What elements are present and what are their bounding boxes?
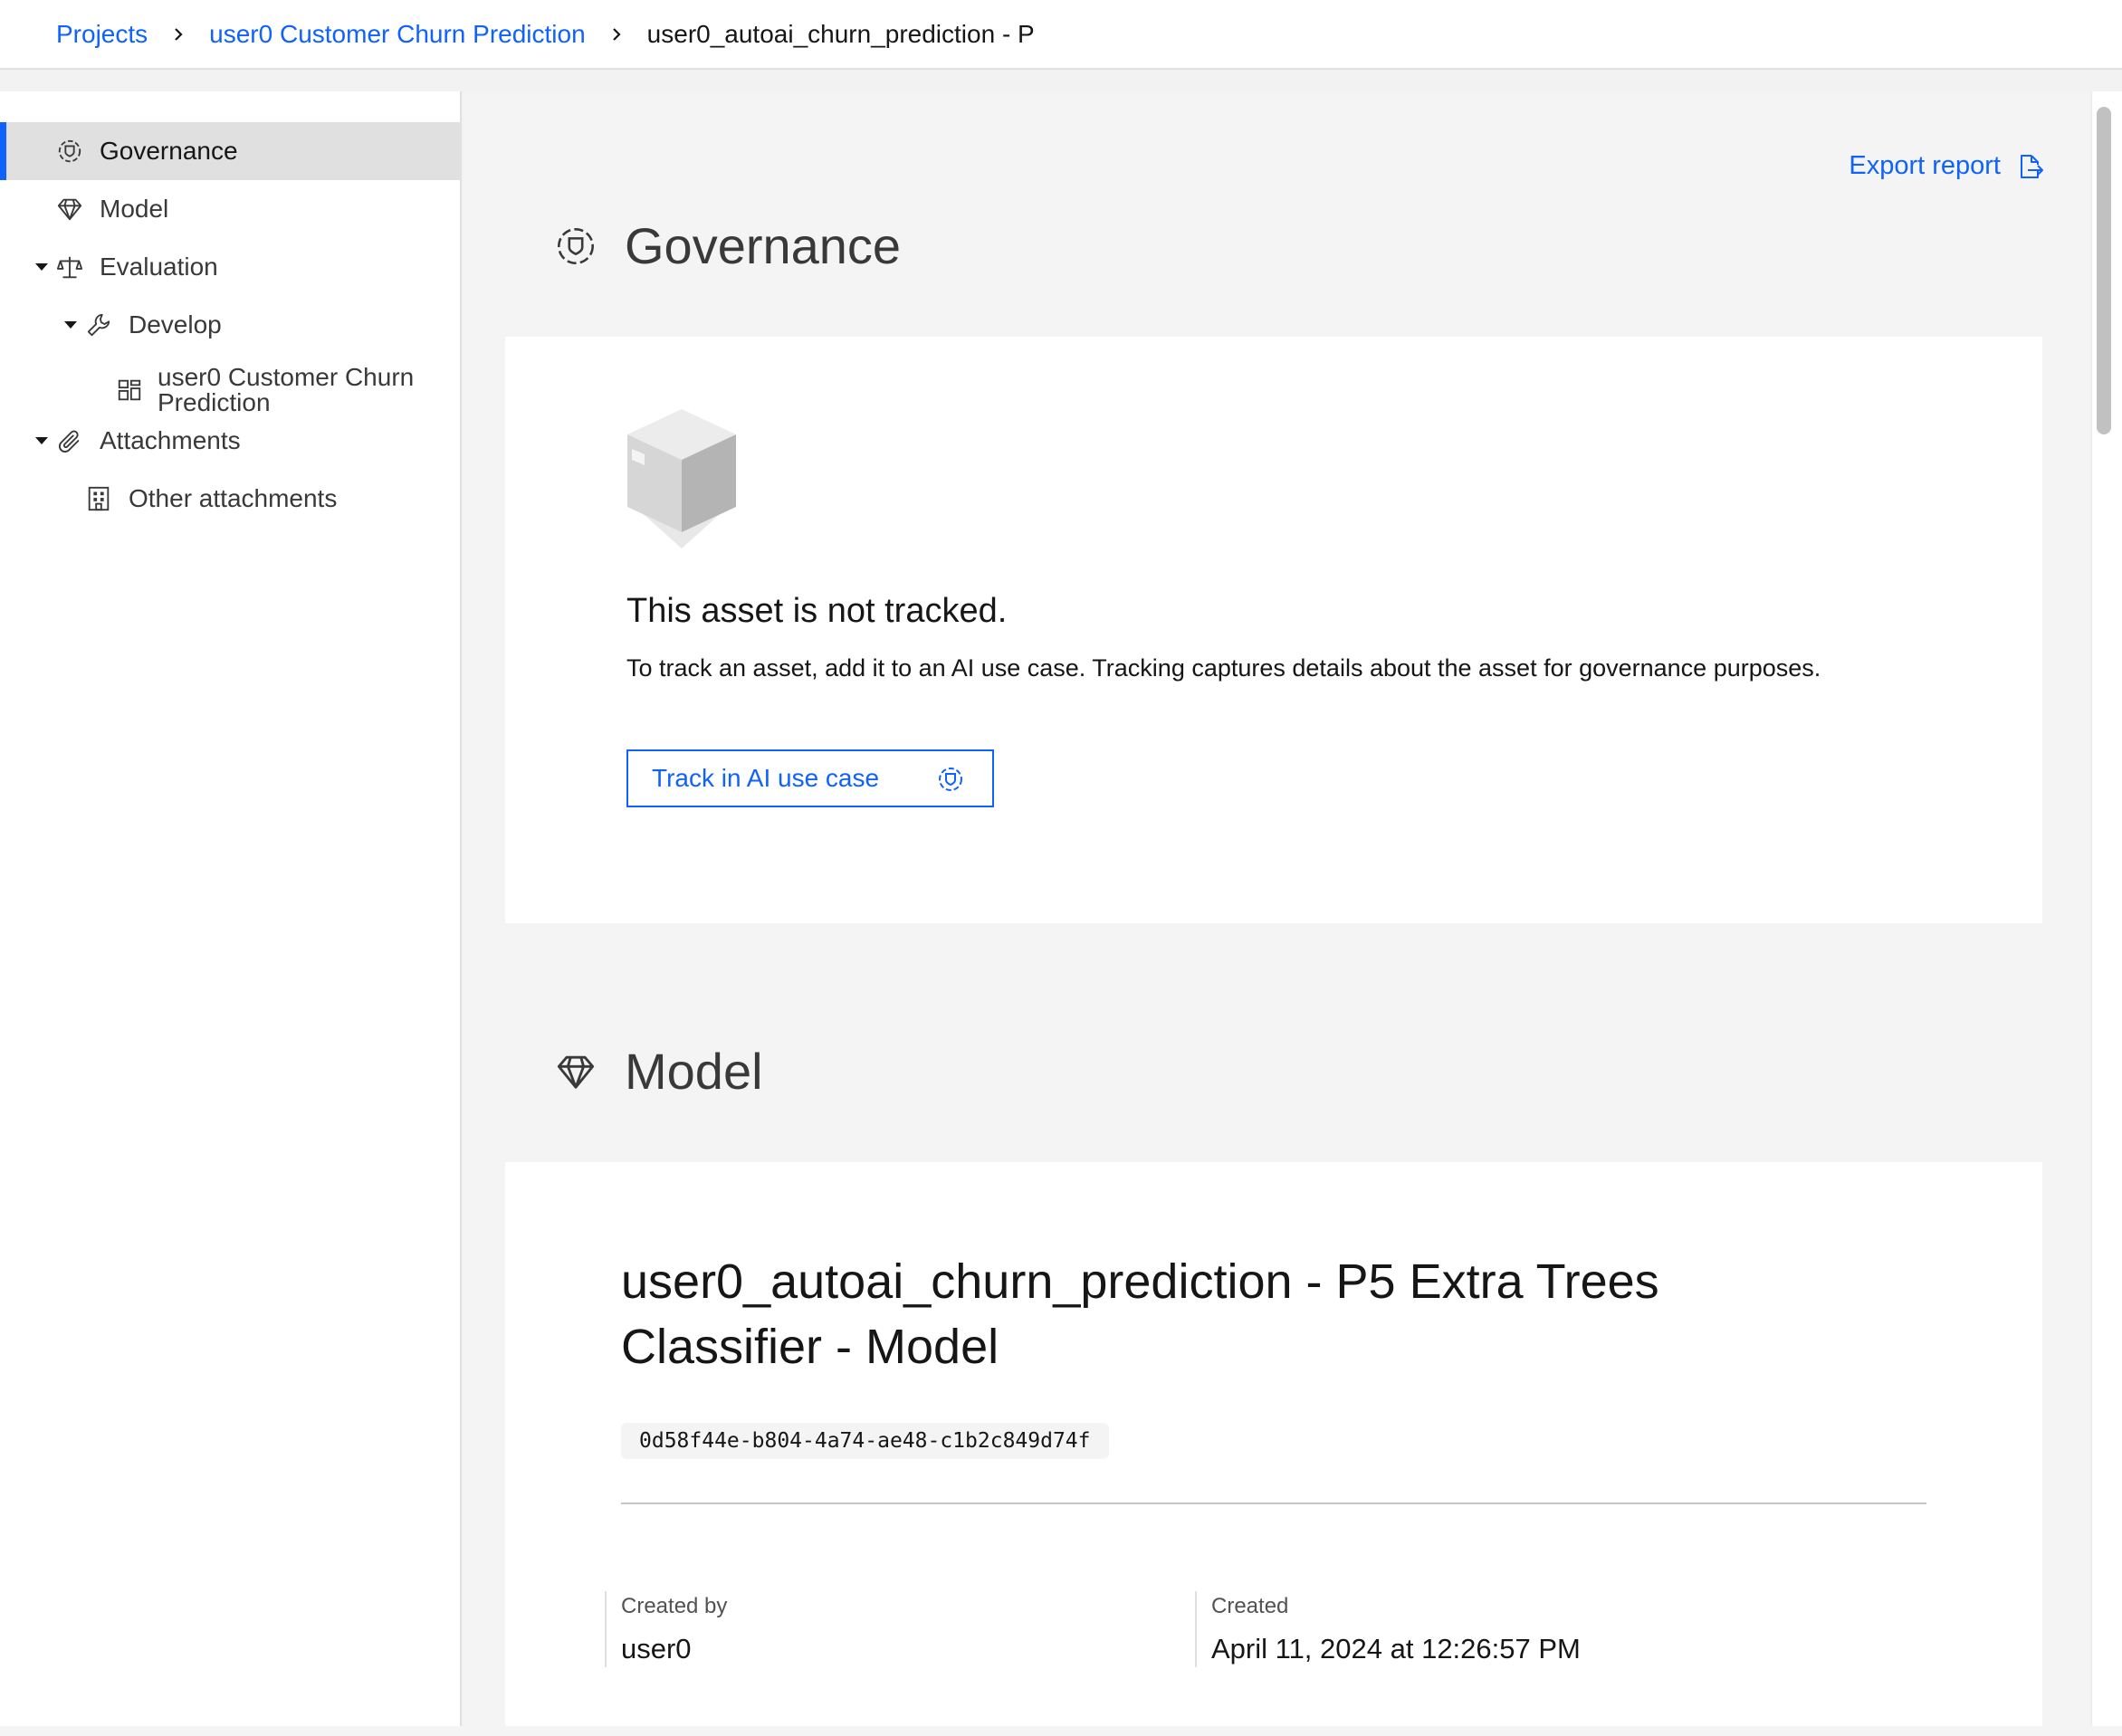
sidebar-item-label: Model bbox=[100, 195, 169, 223]
track-button-label: Track in AI use case bbox=[652, 764, 880, 792]
caret-down-icon[interactable] bbox=[33, 258, 51, 276]
governance-title: Governance bbox=[625, 217, 902, 274]
created-value: April 11, 2024 at 12:26:57 PM bbox=[1211, 1633, 1581, 1664]
created-date-field: Created April 11, 2024 at 12:26:57 PM bbox=[1195, 1591, 1581, 1667]
model-name: user0_autoai_churn_prediction - P5 Extra… bbox=[621, 1254, 1659, 1374]
caret-down-icon[interactable] bbox=[62, 316, 80, 334]
sidebar: Governance Model Evaluation Develop user… bbox=[0, 91, 462, 1726]
dashboard-icon bbox=[114, 375, 145, 405]
model-card: user0_autoai_churn_prediction - P5 Extra… bbox=[505, 1162, 2042, 1726]
model-id-tag[interactable]: 0d58f44e-b804-4a74-ae48-c1b2c849d74f bbox=[621, 1423, 1109, 1459]
governance-card: This asset is not tracked. To track an a… bbox=[505, 337, 2042, 923]
sidebar-item-label: Governance bbox=[100, 137, 238, 165]
sidebar-item-governance[interactable]: Governance bbox=[0, 122, 460, 180]
model-title: Model bbox=[625, 1043, 763, 1100]
created-by-value: user0 bbox=[621, 1633, 692, 1664]
sidebar-item-develop[interactable]: Develop bbox=[0, 296, 460, 354]
model-section-title: Model bbox=[554, 1042, 763, 1101]
diamond-icon bbox=[54, 194, 85, 224]
breadcrumb-project-link[interactable]: user0 Customer Churn Prediction bbox=[209, 20, 586, 49]
scrollbar-thumb[interactable] bbox=[2097, 107, 2111, 434]
sidebar-item-label: Develop bbox=[129, 310, 222, 339]
export-icon bbox=[2021, 154, 2043, 178]
sidebar-item-label: user0 Customer Churn Prediction bbox=[158, 363, 415, 416]
chevron-right-icon bbox=[606, 24, 627, 45]
export-report-label: Export report bbox=[1849, 151, 2001, 180]
sidebar-item-attachments[interactable]: Attachments bbox=[0, 412, 460, 470]
breadcrumb-current: user0_autoai_churn_prediction - P bbox=[646, 19, 1035, 48]
not-tracked-description: To track an asset, add it to an AI use c… bbox=[626, 654, 1821, 682]
created-by-label: Created by bbox=[621, 1594, 728, 1618]
governance-icon bbox=[939, 768, 962, 791]
wrench-icon bbox=[83, 310, 114, 340]
caret-down-icon[interactable] bbox=[33, 432, 51, 450]
divider bbox=[621, 1502, 1926, 1504]
breadcrumb: Projects user0 Customer Churn Prediction… bbox=[0, 0, 2122, 70]
bottom-edge bbox=[0, 1726, 2122, 1736]
created-by-field: Created by user0 bbox=[605, 1591, 727, 1667]
breadcrumb-projects-link[interactable]: Projects bbox=[56, 20, 148, 49]
sidebar-item-label: Attachments bbox=[100, 426, 241, 454]
governance-section-title: Governance bbox=[554, 216, 901, 275]
governance-icon bbox=[54, 136, 85, 167]
sidebar-item-evaluation[interactable]: Evaluation bbox=[0, 238, 460, 296]
main-content: Export report Governance This asset is n… bbox=[464, 91, 2089, 1726]
paperclip-icon bbox=[54, 425, 85, 456]
scales-icon bbox=[54, 252, 85, 282]
track-in-ai-use-case-button[interactable]: Track in AI use case bbox=[626, 749, 994, 807]
building-icon bbox=[83, 483, 114, 514]
sidebar-item-other-attachments[interactable]: Other attachments bbox=[0, 470, 460, 528]
export-report-button[interactable]: Export report bbox=[1849, 151, 2044, 181]
diamond-icon bbox=[554, 1050, 597, 1093]
governance-icon bbox=[554, 224, 597, 268]
sidebar-item-label: Evaluation bbox=[100, 253, 218, 281]
not-tracked-title: This asset is not tracked. bbox=[626, 592, 1008, 630]
created-label: Created bbox=[1211, 1594, 1289, 1618]
box-illustration bbox=[627, 409, 736, 548]
sidebar-item-model[interactable]: Model bbox=[0, 180, 460, 238]
chevron-right-icon bbox=[167, 24, 189, 45]
sidebar-item-label: Other attachments bbox=[129, 484, 338, 512]
